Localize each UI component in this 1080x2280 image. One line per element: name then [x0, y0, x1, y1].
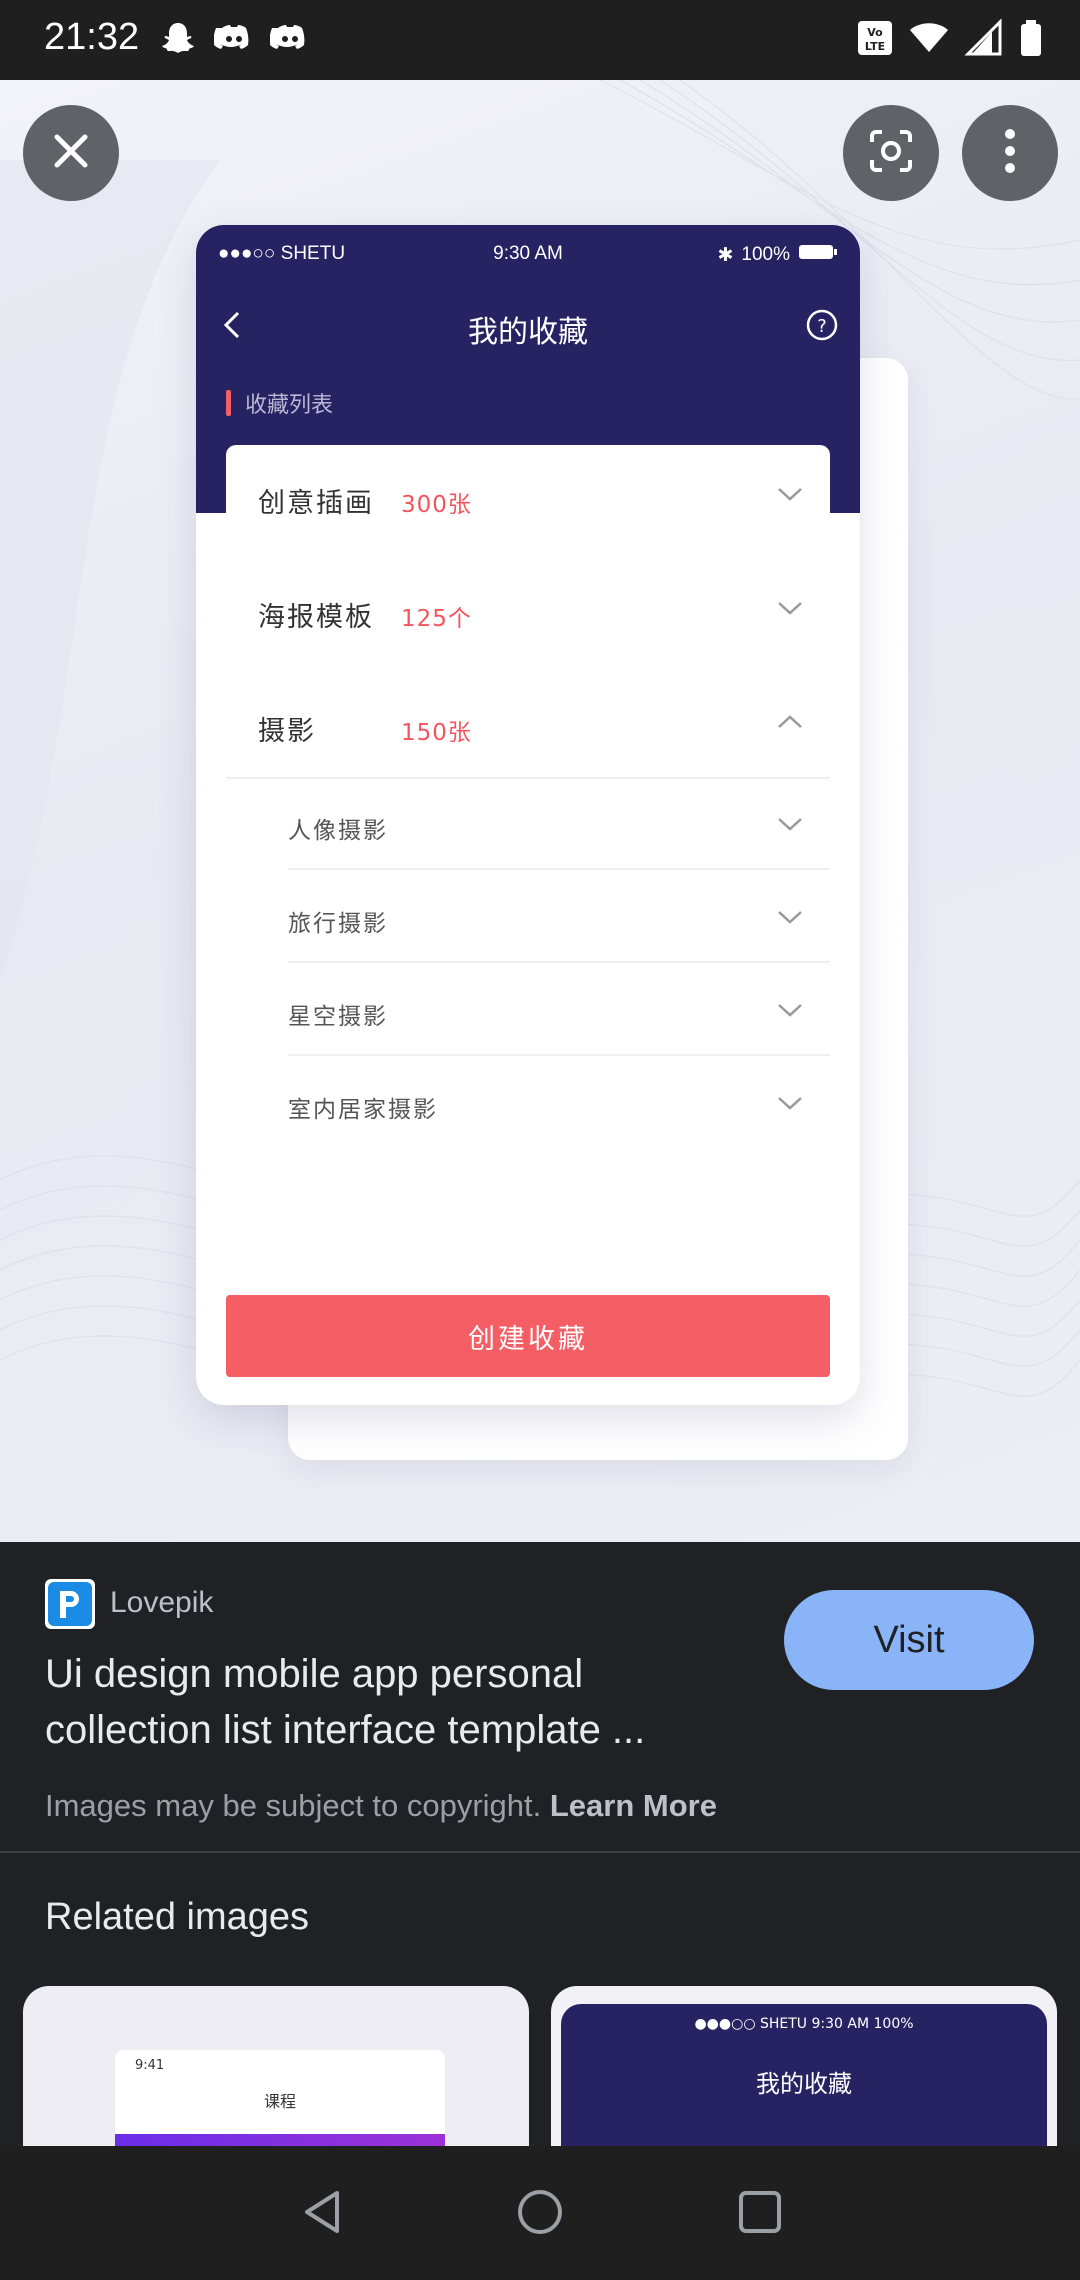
- home-icon: [515, 2187, 565, 2241]
- volte-icon: Vo LTE: [856, 18, 894, 62]
- wifi-icon: [908, 18, 950, 62]
- list-item: 摄影 150张: [226, 673, 830, 783]
- related-thumbnail: 9:41 课程: [115, 2050, 445, 2146]
- thumb-title: 我的收藏: [756, 2070, 852, 2098]
- sub-item-label: 室内居家摄影: [288, 1097, 438, 1123]
- sub-list-item: 室内居家摄影: [288, 1060, 830, 1152]
- section-marker: [226, 390, 231, 416]
- chevron-down-icon: [776, 599, 804, 621]
- mockup-section-label: 收藏列表: [226, 387, 333, 419]
- sub-list-item: 人像摄影: [288, 781, 830, 873]
- mockup-status-bar: ●●●○○ SHETU 9:30 AM ✱ 100%: [196, 225, 860, 283]
- related-thumbnail: ●●●○○ SHETU 9:30 AM 100% 我的收藏: [561, 2004, 1047, 2146]
- back-button[interactable]: [294, 2186, 350, 2242]
- svg-text:?: ?: [817, 316, 827, 337]
- svg-text:LTE: LTE: [865, 40, 885, 53]
- related-image-card[interactable]: 9:41 课程: [23, 1986, 529, 2146]
- recents-button[interactable]: [732, 2186, 788, 2242]
- thumb-status: ●●●○○ SHETU 9:30 AM 100%: [694, 2016, 914, 2032]
- divider: [288, 961, 830, 963]
- status-time: 21:32: [44, 16, 140, 58]
- svg-text:Vo: Vo: [867, 26, 883, 39]
- list-item: 创意插画 300张: [226, 445, 830, 555]
- copyright-notice: Images may be subject to copyright. Lear…: [45, 1788, 717, 1824]
- row-count: 150张: [401, 720, 472, 746]
- divider: [288, 1054, 830, 1056]
- row-count: 300张: [401, 492, 472, 518]
- system-nav-bar: [0, 2146, 1080, 2280]
- image-viewer[interactable]: ●●●○○ SHETU 9:30 AM ✱ 100% 我的收藏 ? 收藏列表 创…: [0, 80, 1080, 1542]
- visit-button[interactable]: Visit: [784, 1590, 1034, 1690]
- status-bar: 21:32 Vo LTE: [0, 0, 1080, 80]
- source-name[interactable]: Lovepik: [110, 1586, 213, 1620]
- copyright-text: Images may be subject to copyright.: [45, 1788, 542, 1823]
- row-count: 125个: [401, 606, 472, 632]
- related-image-card[interactable]: ●●●○○ SHETU 9:30 AM 100% 我的收藏: [551, 1986, 1057, 2146]
- section-title: 收藏列表: [245, 393, 334, 418]
- discord-icon: [213, 18, 254, 62]
- more-options-button[interactable]: [962, 105, 1058, 201]
- back-icon: [297, 2187, 347, 2241]
- divider: [0, 1851, 1080, 1853]
- close-button[interactable]: [23, 105, 119, 201]
- sub-item-label: 旅行摄影: [288, 911, 388, 937]
- chevron-down-icon: [776, 815, 804, 837]
- result-title[interactable]: Ui design mobile app personal collection…: [45, 1646, 735, 1758]
- recents-icon: [735, 2187, 785, 2241]
- divider: [226, 777, 830, 779]
- signal-icon: [964, 18, 1004, 62]
- chevron-down-icon: [776, 908, 804, 930]
- chevron-down-icon: [776, 485, 804, 507]
- battery-icon: [1018, 18, 1044, 62]
- related-images-heading: Related images: [45, 1896, 310, 1938]
- image-info-panel: Lovepik Visit Ui design mobile app perso…: [0, 1542, 1080, 1852]
- mockup-phone: ●●●○○ SHETU 9:30 AM ✱ 100% 我的收藏 ? 收藏列表 创…: [196, 225, 860, 1405]
- create-collection-button: 创建收藏: [226, 1295, 830, 1377]
- lens-icon: [866, 126, 916, 180]
- thumb-title: 课程: [263, 2092, 296, 2111]
- row-label: 摄影: [258, 716, 316, 747]
- discord-icon: [269, 18, 310, 62]
- list-item: 海报模板 125个: [226, 559, 830, 669]
- lens-button[interactable]: [843, 105, 939, 201]
- battery-icon: [798, 243, 838, 267]
- bluetooth-icon: ✱: [717, 244, 734, 266]
- learn-more-link[interactable]: Learn More: [550, 1788, 717, 1823]
- snapchat-icon: [158, 18, 198, 62]
- row-label: 海报模板: [258, 602, 374, 633]
- mockup-navbar: 我的收藏 ?: [196, 295, 860, 355]
- sub-list-item: 星空摄影: [288, 967, 830, 1059]
- mockup-battery-label: 100%: [741, 244, 790, 265]
- divider: [288, 868, 830, 870]
- close-icon: [49, 129, 93, 177]
- source-logo-icon: [45, 1579, 95, 1629]
- thumb-gradient: [115, 2134, 445, 2146]
- sub-list-item: 旅行摄影: [288, 874, 830, 966]
- notification-icons: [158, 18, 310, 62]
- sub-item-label: 人像摄影: [288, 818, 388, 844]
- system-icons: Vo LTE: [856, 18, 1044, 62]
- sub-item-label: 星空摄影: [288, 1004, 388, 1030]
- thumb-time: 9:41: [135, 2058, 165, 2073]
- help-icon: ?: [804, 307, 840, 347]
- row-label: 创意插画: [258, 488, 374, 519]
- chevron-up-icon: [776, 713, 804, 735]
- more-vert-icon: [1002, 126, 1018, 180]
- mockup-battery: ✱ 100%: [717, 243, 838, 267]
- home-button[interactable]: [512, 2186, 568, 2242]
- mockup-title: 我的收藏: [468, 315, 588, 350]
- chevron-down-icon: [776, 1001, 804, 1023]
- chevron-down-icon: [776, 1094, 804, 1116]
